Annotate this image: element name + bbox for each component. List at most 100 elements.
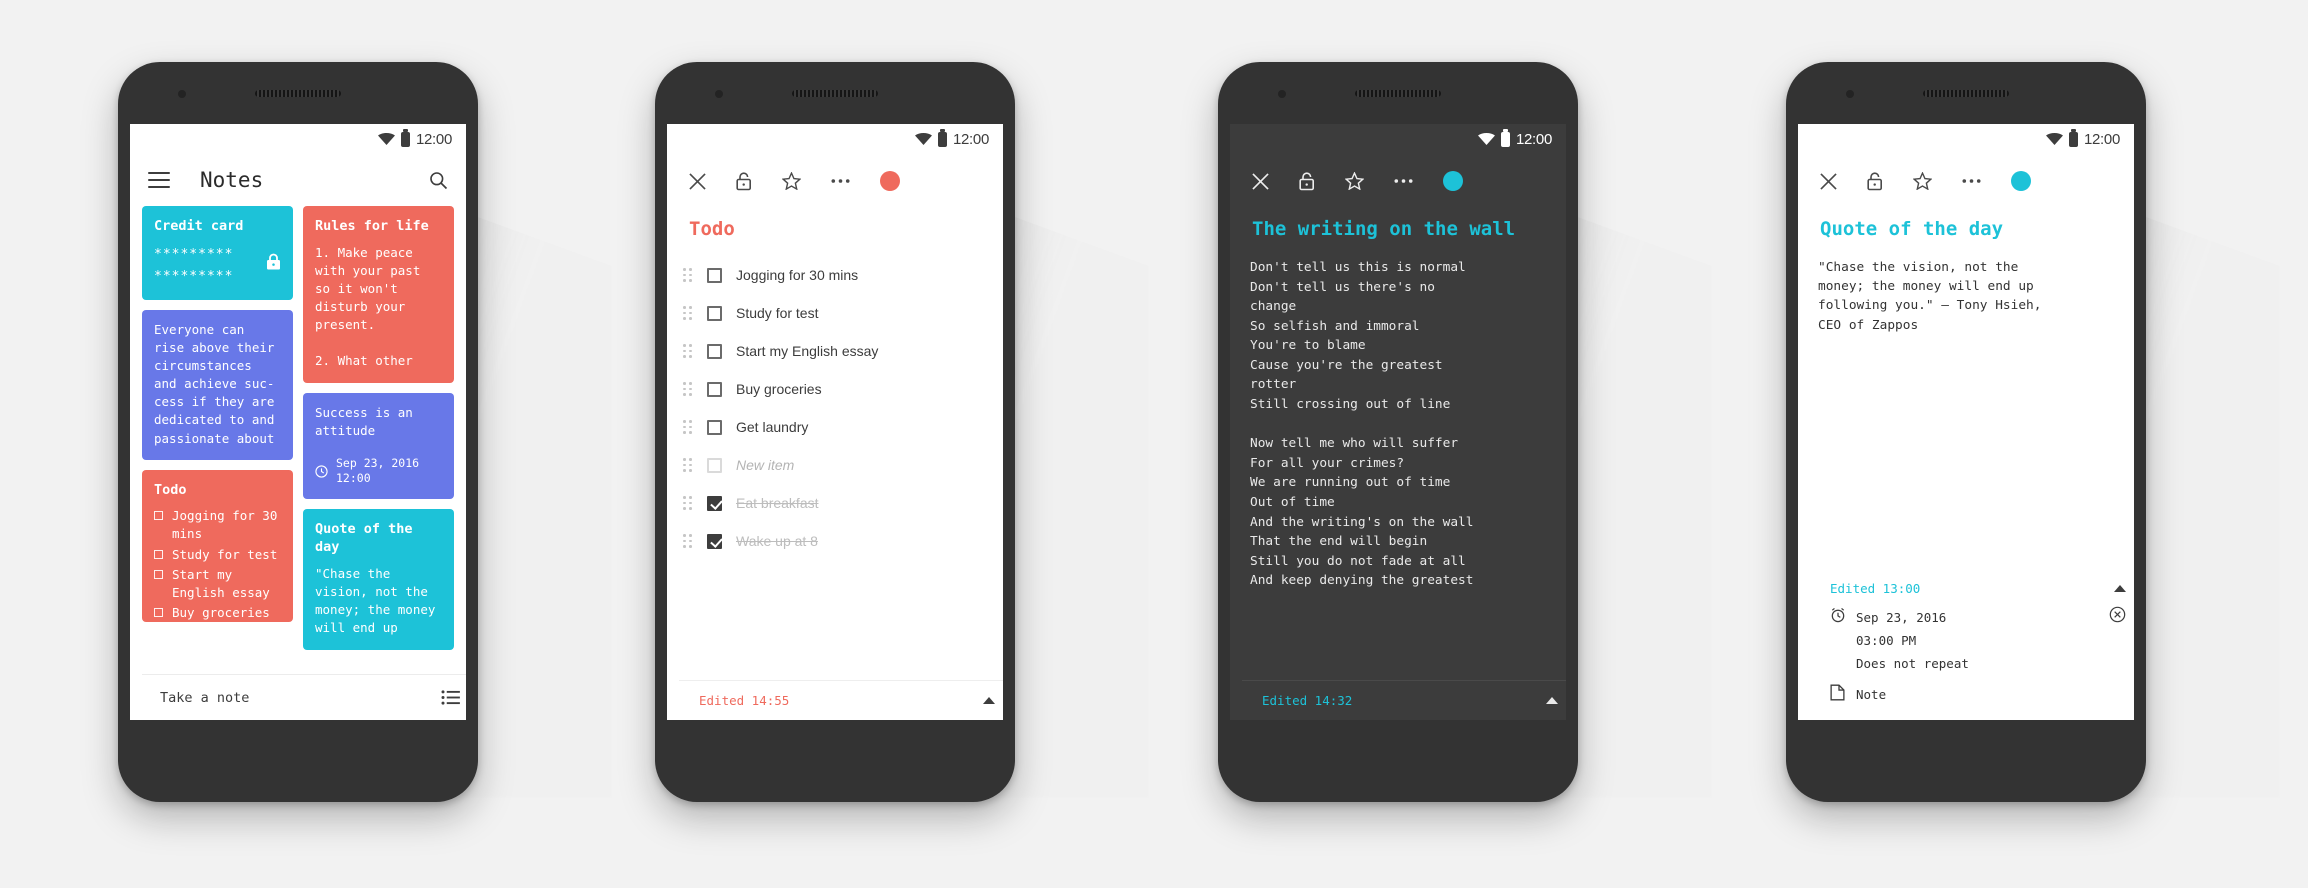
battery-icon [1500,128,1510,147]
star-outline-icon[interactable] [782,172,801,190]
phone-1-chin [118,720,478,802]
reminder-time: 03:00 PM [1856,632,1917,648]
drag-handle-icon[interactable] [683,496,693,510]
checklist-label: Study for test [736,305,819,321]
note-body[interactable]: Don't tell us this is normal Don't tell … [1230,254,1566,591]
checklist-label: Buy groceries [736,381,822,397]
front-camera [1278,90,1286,98]
search-icon[interactable] [429,171,448,190]
checklist-new-item[interactable]: New item [683,446,987,484]
edited-timestamp: Edited 13:00 [1830,580,1921,596]
drag-handle-icon[interactable] [683,382,693,396]
note-title: Rules for life [315,218,429,234]
note-card-rules-for-life[interactable]: Rules for life 1. Make peace with your p… [303,206,454,383]
note-body[interactable]: "Chase the vision, not the money; the mo… [1798,254,2134,335]
reminder-time: 12:00 [336,471,371,486]
note-toolbar [1230,154,1566,208]
checkbox[interactable] [707,495,722,511]
more-options-icon[interactable] [1962,178,1981,184]
take-a-note-placeholder: Take a note [160,689,250,706]
star-outline-icon[interactable] [1345,172,1364,190]
edited-timestamp: Edited 14:55 [699,693,790,708]
take-a-note-bar[interactable]: Take a note [142,674,466,720]
phone-4-quote-note: 12:00 Quote of the day "Chase the vision… [1786,62,2280,802]
app-bar: Notes [130,154,466,206]
earpiece-speaker [255,90,341,97]
hamburger-menu-icon[interactable] [148,172,170,188]
more-options-icon[interactable] [831,178,850,184]
notes-grid[interactable]: Credit card ********* ********* Everyone… [130,206,466,720]
status-bar: 12:00 [1230,124,1566,154]
close-icon[interactable] [1252,172,1269,190]
checklist-item[interactable]: Get laundry [683,408,987,446]
todo-label: Jogging for 30 mins [172,508,278,542]
checklist-item[interactable]: Study for test [683,294,987,332]
list-view-icon[interactable] [441,690,460,705]
note-color-dot[interactable] [880,171,900,191]
earpiece-speaker [1923,90,2009,97]
note-card-everyone-can-rise[interactable]: Everyone can rise above their circumstan… [142,309,293,460]
note-color-dot[interactable] [2011,171,2031,191]
todo-item: Jogging for 30 mins [154,507,281,543]
drag-handle-icon[interactable] [683,534,693,548]
todo-item: Start my English essay [154,566,281,602]
note-masked-line-2: ********* [154,268,234,284]
drag-handle-icon[interactable] [683,306,693,320]
note-type-row[interactable]: Note [1810,679,2134,720]
battery-icon [2068,128,2078,147]
alarm-clock-icon [1830,606,1856,623]
unlock-icon[interactable] [1299,171,1315,191]
note-footer: Edited 14:32 [1242,680,1566,720]
reminder-details[interactable]: Sep 23, 2016 03:00 PM Does not repeat [1810,602,2134,679]
checkbox[interactable] [707,305,722,321]
checkbox[interactable] [707,267,722,283]
note-toolbar [1798,154,2134,208]
checklist-item[interactable]: Buy groceries [683,370,987,408]
wifi-icon [377,133,395,145]
checkbox[interactable] [707,457,722,473]
drag-handle-icon[interactable] [683,268,693,282]
chevron-up-icon[interactable] [2114,584,2126,592]
checklist-item[interactable]: Eat breakfast [683,484,987,522]
chevron-up-icon[interactable] [1546,697,1558,704]
note-card-todo[interactable]: Todo Jogging for 30 mins Study for test … [142,469,293,623]
lock-icon [266,253,281,270]
note-card-credit-card[interactable]: Credit card ********* ********* [142,206,293,300]
checkbox[interactable] [707,381,722,397]
checklist-item[interactable]: Wake up at 8 [683,522,987,560]
chevron-up-icon[interactable] [983,697,995,704]
note-color-dot[interactable] [1443,171,1463,191]
drag-handle-icon[interactable] [683,420,693,434]
checklist-item[interactable]: Jogging for 30 mins [683,256,987,294]
reminder-repeat: Does not repeat [1856,655,1969,671]
note-card-success-attitude[interactable]: Success is an attitude Sep 23, 2016 12:0… [303,392,454,499]
close-icon[interactable] [689,172,706,190]
status-bar: 12:00 [130,124,466,154]
more-options-icon[interactable] [1394,178,1413,184]
note-body: Everyone can rise above their circumstan… [154,321,275,446]
front-camera [1846,90,1854,98]
unlock-icon[interactable] [736,171,752,191]
remove-reminder-icon[interactable] [2109,606,2126,623]
checkbox[interactable] [707,533,722,549]
checklist-label: Wake up at 8 [736,533,818,549]
phone-4-screen: 12:00 Quote of the day "Chase the vision… [1798,124,2134,720]
wifi-icon [2045,133,2063,145]
unlock-icon[interactable] [1867,171,1883,191]
checklist-item[interactable]: Start my English essay [683,332,987,370]
checklist-label: Eat breakfast [736,495,819,511]
phone-2-screen: 12:00 Todo Jogging for 30 mins Study for… [667,124,1003,720]
status-bar: 12:00 [667,124,1003,154]
close-icon[interactable] [1820,172,1837,190]
checkbox[interactable] [707,419,722,435]
note-card-quote-of-the-day[interactable]: Quote of the day "Chase the vision, not … [303,508,454,650]
notes-column-left: Credit card ********* ********* Everyone… [142,206,293,650]
checkbox[interactable] [707,343,722,359]
todo-label: Study for test [172,546,278,562]
drag-handle-icon[interactable] [683,344,693,358]
status-bar: 12:00 [1798,124,2134,154]
todo-label: Buy groceries [172,604,270,620]
checkbox-icon [154,607,163,617]
phone-3-lyrics-note: 12:00 The writing on the wall Don't tell… [1218,62,1712,802]
star-outline-icon[interactable] [1913,172,1932,190]
